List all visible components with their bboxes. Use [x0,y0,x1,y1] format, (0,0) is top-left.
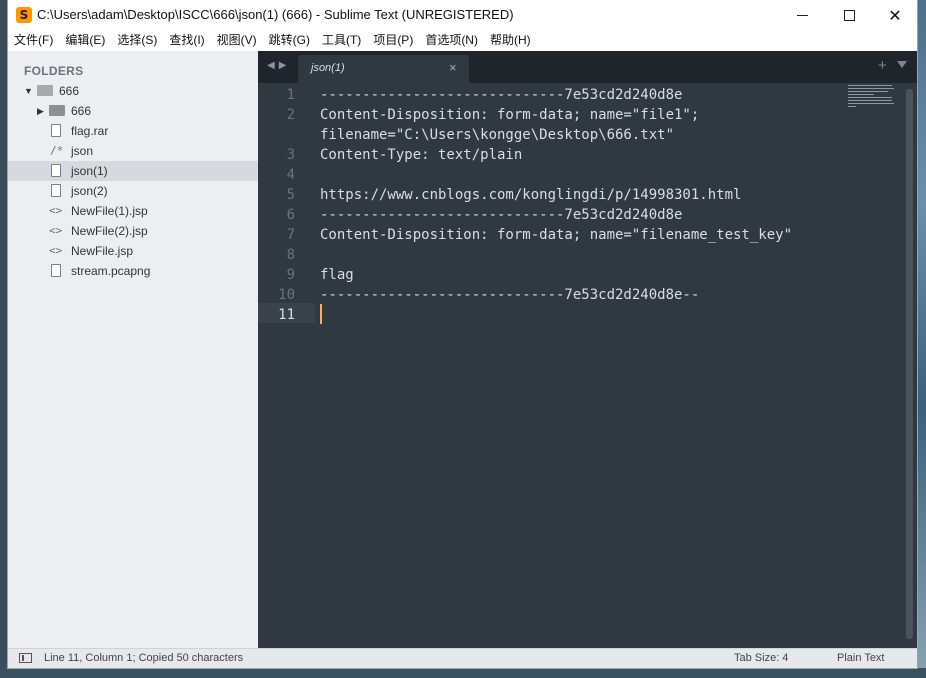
code-line: flag [320,267,354,283]
tree-item-newfile-2-jsp[interactable]: <> NewFile(2).jsp [8,221,258,241]
tree-item-label: 666 [71,104,92,118]
chevron-right-icon[interactable]: ▶ [37,101,44,121]
new-tab-plus-icon[interactable]: + [878,57,887,74]
menu-help[interactable]: 帮助(H) [484,31,531,51]
tree-item-label: flag.rar [71,124,109,138]
line-number: 4 [286,167,295,183]
tree-item-label: json [71,144,94,158]
code-line: -----------------------------7e53cd2d240… [320,207,683,223]
sublime-window: S C:\Users\adam\Desktop\ISCC\666\json(1)… [8,0,917,668]
tree-item-json-2[interactable]: json(2) [8,181,258,201]
tree-item-stream-pcapng[interactable]: stream.pcapng [8,261,258,281]
code-line: https://www.cnblogs.com/konglingdi/p/149… [320,187,742,203]
line-number: 8 [286,247,295,263]
text-cursor [320,304,322,324]
tab-title: json(1) [311,62,345,74]
file-icon [51,124,61,137]
line-number-gutter: 1 2 3 4 5 6 7 8 9 10 11 [258,83,315,648]
tree-item-label: NewFile(2).jsp [71,224,148,238]
tree-item-json[interactable]: /* json [8,141,258,161]
tree-item-newfile-1-jsp[interactable]: <> NewFile(1).jsp [8,201,258,221]
code-line: Content-Type: text/plain [320,147,523,163]
minimize-button[interactable] [779,0,825,31]
chevron-down-icon[interactable]: ▼ [24,81,33,101]
tree-item-label: NewFile(1).jsp [71,204,148,218]
tab-menu-chevron-icon[interactable] [897,61,907,68]
tree-item-label: 666 [59,84,80,98]
line-number: 6 [286,207,295,223]
file-icon [51,184,61,197]
tree-item-newfile-jsp[interactable]: <> NewFile.jsp [8,241,258,261]
code-line: Content-Disposition: form-data; name="fi… [320,107,700,123]
menu-file[interactable]: 文件(F) [8,31,53,51]
code-line: -----------------------------7e53cd2d240… [320,287,700,303]
desktop-background-right [917,0,926,678]
tab-bar: ◀▶ json(1) × + [258,51,917,83]
sublime-logo-icon: S [16,7,32,23]
folders-heading: FOLDERS [24,64,84,78]
code-file-icon: <> [49,244,63,257]
line-number: 3 [286,147,295,163]
vertical-scrollbar[interactable] [906,89,913,639]
tab-json-1[interactable]: json(1) × [298,55,469,83]
syntax-selector[interactable]: Plain Text [837,652,885,664]
code-line-wrapped: filename="C:\Users\kongge\Desktop\666.tx… [320,127,675,143]
menu-bar: 文件(F) 编辑(E) 选择(S) 查找(I) 视图(V) 跳转(G) 工具(T… [8,31,917,51]
menu-preferences[interactable]: 首选项(N) [419,31,478,51]
file-icon [51,264,61,277]
code-file-icon: <> [49,224,63,237]
line-number: 2 [286,107,295,123]
line-number: 7 [286,227,295,243]
menu-goto[interactable]: 跳转(G) [263,31,310,51]
tab-size-selector[interactable]: Tab Size: 4 [734,652,788,664]
sidebar-toggle-icon[interactable] [19,653,32,663]
status-position: Line 11, Column 1; Copied 50 characters [44,652,244,664]
close-button[interactable]: ✕ [872,0,918,31]
minimap[interactable] [848,85,896,107]
menu-selection[interactable]: 选择(S) [111,31,157,51]
sidebar: FOLDERS ▼ 666 ▶ 666 flag.rar /* json jso… [8,51,258,648]
line-number: 5 [286,187,295,203]
code-line: Content-Disposition: form-data; name="fi… [320,227,793,243]
tree-item-root-folder[interactable]: ▼ 666 [8,81,258,101]
tree-item-json-1[interactable]: json(1) [8,161,258,181]
minimize-icon [796,15,808,16]
line-number: 9 [286,267,295,283]
tree-item-folder-666[interactable]: ▶ 666 [8,101,258,121]
status-bar: Line 11, Column 1; Copied 50 characters … [8,648,917,668]
menu-find[interactable]: 查找(I) [163,31,204,51]
close-icon: ✕ [888,5,902,25]
line-number: 10 [278,287,295,303]
desktop-background-bottom [0,668,926,678]
tab-nav-arrows-icon[interactable]: ◀▶ [267,60,290,71]
comment-file-icon: /* [50,144,64,157]
desktop-background-left [0,0,8,678]
menu-edit[interactable]: 编辑(E) [59,31,105,51]
code-line: -----------------------------7e53cd2d240… [320,87,683,103]
menu-project[interactable]: 项目(P) [367,31,413,51]
menu-view[interactable]: 视图(V) [211,31,257,51]
tab-close-icon[interactable]: × [449,60,457,75]
folder-icon [49,105,65,116]
tree-item-label: json(2) [71,184,108,198]
line-number: 1 [286,87,295,103]
code-file-icon: <> [49,204,63,217]
file-icon [51,164,61,177]
menu-tools[interactable]: 工具(T) [316,31,361,51]
window-title: C:\Users\adam\Desktop\ISCC\666\json(1) (… [37,7,514,22]
editor-area[interactable]: 1 2 3 4 5 6 7 8 9 10 11 ----------------… [258,83,917,648]
tree-item-label: stream.pcapng [71,264,151,278]
tree-item-label: json(1) [71,164,108,178]
tree-item-flag-rar[interactable]: flag.rar [8,121,258,141]
maximize-icon [843,10,855,21]
folder-open-icon [37,85,53,96]
line-number-active: 11 [278,307,295,323]
title-bar: S C:\Users\adam\Desktop\ISCC\666\json(1)… [8,0,917,31]
maximize-button[interactable] [826,0,872,31]
tree-item-label: NewFile.jsp [71,244,134,258]
